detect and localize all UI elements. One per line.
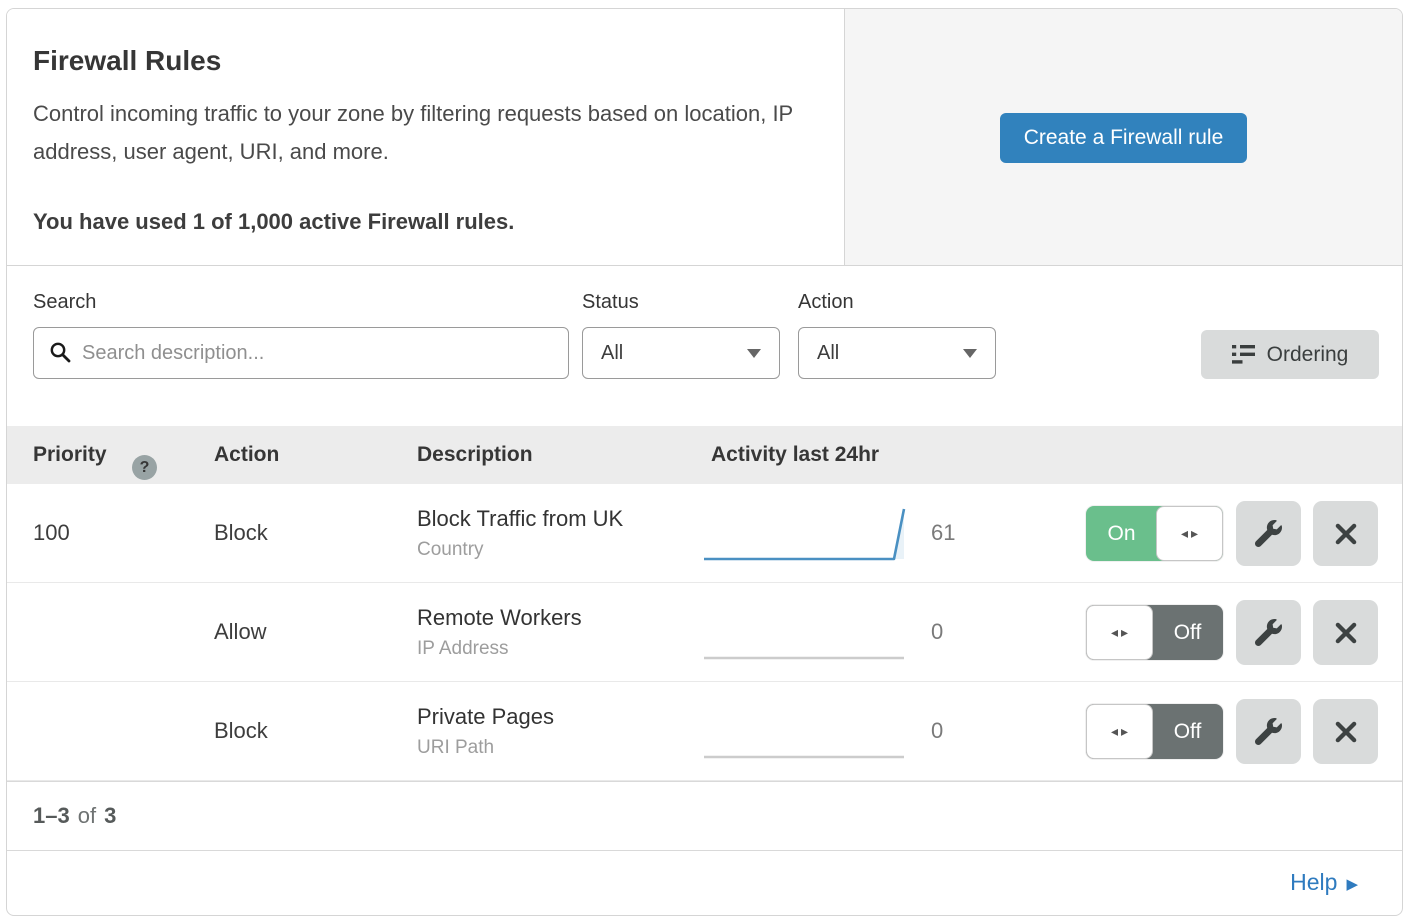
chevron-down-icon bbox=[747, 349, 761, 358]
column-header-description: Description bbox=[417, 443, 533, 467]
pagination-of: of bbox=[78, 803, 96, 829]
rule-description: Private Pages bbox=[417, 704, 554, 730]
toggle-handle[interactable]: ◂▸ bbox=[1086, 605, 1153, 660]
toggle-state-label: Off bbox=[1152, 605, 1223, 660]
arrow-left-icon: ◂ bbox=[1111, 624, 1118, 641]
help-bar: Help ▶ bbox=[7, 850, 1402, 914]
activity-sparkline bbox=[701, 504, 912, 563]
firewall-rule-row: Block Private Pages URI Path 0 ◂▸ Off bbox=[7, 682, 1402, 781]
status-label: Status bbox=[582, 291, 639, 314]
filter-bar: Search Status All Action All bbox=[7, 266, 1402, 426]
pagination-bar: 1–3 of 3 bbox=[7, 781, 1402, 850]
toggle-state-label: Off bbox=[1152, 704, 1223, 759]
activity-sparkline bbox=[701, 603, 912, 662]
toggle-state-label: On bbox=[1086, 506, 1157, 561]
rule-enabled-toggle[interactable]: ◂▸ Off bbox=[1086, 704, 1223, 759]
rule-description-cell: Private Pages URI Path bbox=[417, 682, 554, 780]
activity-count: 0 bbox=[931, 682, 943, 780]
firewall-rules-panel: Firewall Rules Control incoming traffic … bbox=[6, 8, 1403, 916]
pagination-range: 1–3 bbox=[33, 803, 70, 829]
create-firewall-rule-button[interactable]: Create a Firewall rule bbox=[1000, 113, 1248, 163]
ordered-list-icon bbox=[1232, 344, 1255, 365]
arrow-right-icon: ▸ bbox=[1121, 624, 1128, 641]
toggle-handle[interactable]: ◂▸ bbox=[1086, 704, 1153, 759]
arrow-right-icon: ▸ bbox=[1121, 723, 1128, 740]
header-text-block: Firewall Rules Control incoming traffic … bbox=[7, 9, 844, 265]
rule-action: Block bbox=[214, 484, 268, 582]
arrow-left-icon: ◂ bbox=[1181, 525, 1188, 542]
x-icon bbox=[1333, 719, 1359, 745]
edit-rule-button[interactable] bbox=[1236, 501, 1301, 566]
rule-description-cell: Block Traffic from UK Country bbox=[417, 484, 623, 582]
ordering-button[interactable]: Ordering bbox=[1201, 330, 1379, 379]
toggle-handle[interactable]: ◂▸ bbox=[1156, 506, 1223, 561]
status-select-value: All bbox=[601, 342, 623, 365]
edit-rule-button[interactable] bbox=[1236, 699, 1301, 764]
action-select-value: All bbox=[817, 342, 839, 365]
edit-rule-button[interactable] bbox=[1236, 600, 1301, 665]
rule-action: Allow bbox=[214, 583, 267, 681]
header-action-panel: Create a Firewall rule bbox=[844, 9, 1402, 265]
rule-priority: 100 bbox=[33, 484, 70, 582]
help-link-label: Help bbox=[1290, 869, 1337, 896]
activity-count: 61 bbox=[931, 484, 955, 582]
delete-rule-button[interactable] bbox=[1313, 699, 1378, 764]
action-label: Action bbox=[798, 291, 854, 314]
search-input[interactable] bbox=[33, 327, 569, 379]
firewall-rule-row: Allow Remote Workers IP Address 0 ◂▸ Off bbox=[7, 583, 1402, 682]
delete-rule-button[interactable] bbox=[1313, 600, 1378, 665]
usage-note: You have used 1 of 1,000 active Firewall… bbox=[33, 209, 814, 235]
rule-match-type: URI Path bbox=[417, 737, 494, 759]
search-icon bbox=[49, 341, 71, 363]
arrow-left-icon: ◂ bbox=[1111, 723, 1118, 740]
wrench-icon bbox=[1255, 520, 1282, 547]
rule-description: Block Traffic from UK bbox=[417, 506, 623, 532]
chevron-down-icon bbox=[963, 349, 977, 358]
rule-match-type: Country bbox=[417, 539, 484, 561]
column-header-action: Action bbox=[214, 443, 279, 467]
page-description: Control incoming traffic to your zone by… bbox=[33, 95, 803, 171]
rule-action: Block bbox=[214, 682, 268, 780]
rule-enabled-toggle[interactable]: ◂▸ Off bbox=[1086, 605, 1223, 660]
activity-count: 0 bbox=[931, 583, 943, 681]
table-header-row: Priority ? Action Description Activity l… bbox=[7, 426, 1402, 484]
header-section: Firewall Rules Control incoming traffic … bbox=[7, 9, 1402, 266]
priority-help-icon[interactable]: ? bbox=[132, 455, 157, 480]
activity-sparkline bbox=[701, 702, 912, 761]
column-header-activity: Activity last 24hr bbox=[711, 443, 879, 467]
firewall-rule-row: 100 Block Block Traffic from UK Country … bbox=[7, 484, 1402, 583]
wrench-icon bbox=[1255, 718, 1282, 745]
delete-rule-button[interactable] bbox=[1313, 501, 1378, 566]
rule-match-type: IP Address bbox=[417, 638, 509, 660]
wrench-icon bbox=[1255, 619, 1282, 646]
ordering-button-label: Ordering bbox=[1267, 343, 1349, 367]
search-field-wrap bbox=[33, 327, 569, 379]
rule-description-cell: Remote Workers IP Address bbox=[417, 583, 582, 681]
column-header-priority: Priority bbox=[33, 443, 107, 467]
rule-description: Remote Workers bbox=[417, 605, 582, 631]
rule-enabled-toggle[interactable]: On ◂▸ bbox=[1086, 506, 1223, 561]
search-label: Search bbox=[33, 291, 96, 314]
page-title: Firewall Rules bbox=[33, 45, 814, 77]
x-icon bbox=[1333, 521, 1359, 547]
status-select[interactable]: All bbox=[582, 327, 780, 379]
help-link[interactable]: Help ▶ bbox=[1290, 869, 1358, 896]
action-select[interactable]: All bbox=[798, 327, 996, 379]
pagination-total: 3 bbox=[104, 803, 116, 829]
arrow-right-icon: ▸ bbox=[1191, 525, 1198, 542]
caret-right-icon: ▶ bbox=[1346, 875, 1358, 893]
x-icon bbox=[1333, 620, 1359, 646]
